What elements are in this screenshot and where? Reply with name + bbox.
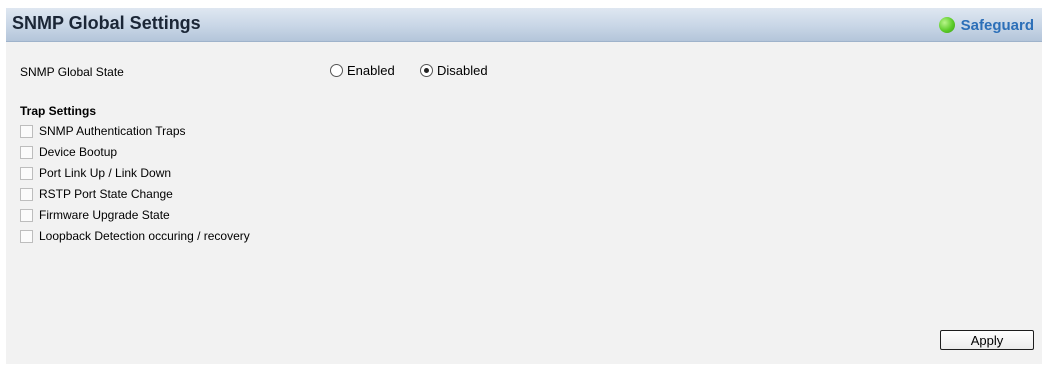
trap-label: SNMP Authentication Traps — [39, 124, 186, 138]
safeguard-label: Safeguard — [960, 16, 1034, 34]
trap-loopback-detection[interactable]: Loopback Detection occuring / recovery — [20, 228, 250, 244]
trap-authentication-traps[interactable]: SNMP Authentication Traps — [20, 123, 186, 139]
trap-firmware-upgrade[interactable]: Firmware Upgrade State — [20, 207, 170, 223]
checkbox-rstp-port-state[interactable] — [20, 187, 33, 201]
snmp-global-state-label: SNMP Global State — [20, 65, 124, 79]
title-bar: SNMP Global Settings Safeguard — [6, 8, 1042, 42]
trap-label: RSTP Port State Change — [39, 187, 173, 201]
trap-device-bootup[interactable]: Device Bootup — [20, 144, 117, 160]
trap-label: Port Link Up / Link Down — [39, 166, 172, 180]
apply-button[interactable]: Apply — [940, 330, 1034, 350]
page-title: SNMP Global Settings — [12, 13, 201, 33]
safeguard-status-icon — [938, 17, 955, 33]
checkbox-loopback-detection[interactable] — [20, 229, 33, 243]
settings-panel: SNMP Global Settings Safeguard SNMP Glob… — [6, 8, 1042, 364]
radio-enabled[interactable] — [330, 64, 343, 77]
checkbox-authentication-traps[interactable] — [20, 124, 33, 138]
checkbox-firmware-upgrade[interactable] — [20, 208, 33, 222]
trap-label: Loopback Detection occuring / recovery — [39, 229, 250, 243]
checkbox-port-link[interactable] — [20, 166, 33, 180]
trap-settings-heading: Trap Settings — [20, 104, 97, 118]
trap-port-link[interactable]: Port Link Up / Link Down — [20, 165, 171, 181]
safeguard-indicator[interactable]: Safeguard — [938, 15, 1034, 35]
radio-enabled-label: Enabled — [347, 63, 395, 78]
trap-rstp-port-state[interactable]: RSTP Port State Change — [20, 186, 173, 202]
checkbox-device-bootup[interactable] — [20, 145, 33, 159]
radio-disabled-option[interactable]: Disabled — [420, 63, 488, 78]
radio-disabled-label: Disabled — [437, 63, 488, 78]
radio-enabled-option[interactable]: Enabled — [330, 63, 395, 78]
trap-label: Device Bootup — [39, 145, 118, 159]
radio-disabled[interactable] — [420, 64, 433, 77]
trap-label: Firmware Upgrade State — [39, 208, 170, 222]
